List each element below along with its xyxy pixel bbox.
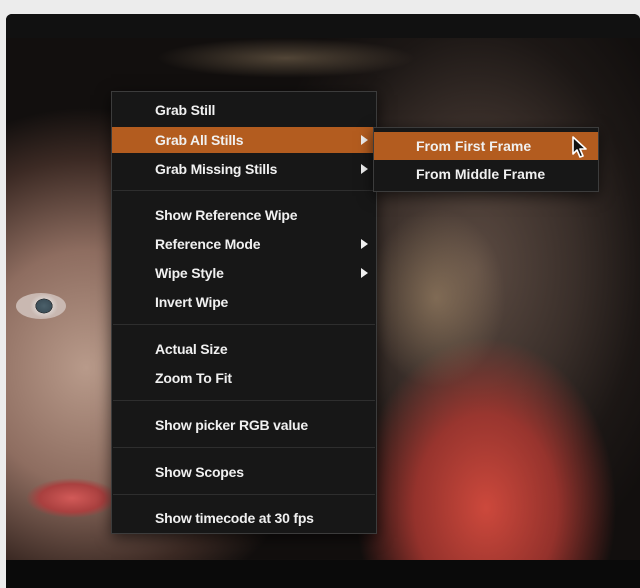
menu-item-show-timecode[interactable]: Show timecode at 30 fps [112, 505, 376, 531]
menu-item-show-reference-wipe[interactable]: Show Reference Wipe [112, 202, 376, 228]
menu-item-invert-wipe[interactable]: Invert Wipe [112, 289, 376, 315]
submenu-arrow-icon [361, 135, 368, 145]
menu-item-label: Show timecode at 30 fps [155, 510, 314, 526]
image-highlight [156, 38, 416, 78]
image-eye [16, 293, 66, 319]
submenu-item-from-first-frame[interactable]: From First Frame [374, 132, 598, 160]
menu-item-actual-size[interactable]: Actual Size [112, 336, 376, 362]
submenu-item-label: From Middle Frame [416, 166, 546, 182]
menu-item-label: Grab Missing Stills [155, 161, 278, 177]
menu-item-label: Grab All Stills [155, 132, 244, 148]
menu-separator [113, 190, 375, 191]
menu-separator [113, 324, 375, 325]
menu-item-grab-still[interactable]: Grab Still [112, 97, 376, 123]
context-menu: Grab Still Grab All Stills Grab Missing … [111, 91, 377, 534]
menu-item-label: Show Reference Wipe [155, 207, 298, 223]
menu-item-grab-all-stills[interactable]: Grab All Stills [112, 127, 376, 153]
menu-item-label: Wipe Style [155, 265, 224, 281]
submenu-arrow-icon [361, 164, 368, 174]
submenu-item-label: From First Frame [416, 138, 532, 154]
menu-item-show-picker-rgb[interactable]: Show picker RGB value [112, 412, 376, 438]
menu-item-zoom-to-fit[interactable]: Zoom To Fit [112, 365, 376, 391]
submenu-arrow-icon [361, 268, 368, 278]
submenu-arrow-icon [361, 239, 368, 249]
image-highlight [366, 208, 506, 388]
menu-item-label: Zoom To Fit [155, 370, 232, 386]
arrow-cursor-icon [572, 136, 587, 158]
menu-item-reference-mode[interactable]: Reference Mode [112, 231, 376, 257]
menu-item-label: Show Scopes [155, 464, 244, 480]
menu-separator [113, 494, 375, 495]
submenu-grab-all-stills: From First Frame From Middle Frame [373, 127, 599, 192]
menu-item-label: Invert Wipe [155, 294, 229, 310]
menu-item-label: Reference Mode [155, 236, 261, 252]
menu-item-show-scopes[interactable]: Show Scopes [112, 459, 376, 485]
viewer-top-bar [6, 14, 640, 38]
menu-item-grab-missing-stills[interactable]: Grab Missing Stills [112, 156, 376, 182]
image-lips [26, 476, 118, 520]
viewer-bottom-bar [6, 560, 640, 588]
submenu-item-from-middle-frame[interactable]: From Middle Frame [374, 160, 598, 188]
menu-separator [113, 400, 375, 401]
menu-item-label: Show picker RGB value [155, 417, 308, 433]
menu-separator [113, 447, 375, 448]
menu-item-label: Actual Size [155, 341, 228, 357]
menu-item-label: Grab Still [155, 102, 216, 118]
menu-item-wipe-style[interactable]: Wipe Style [112, 260, 376, 286]
